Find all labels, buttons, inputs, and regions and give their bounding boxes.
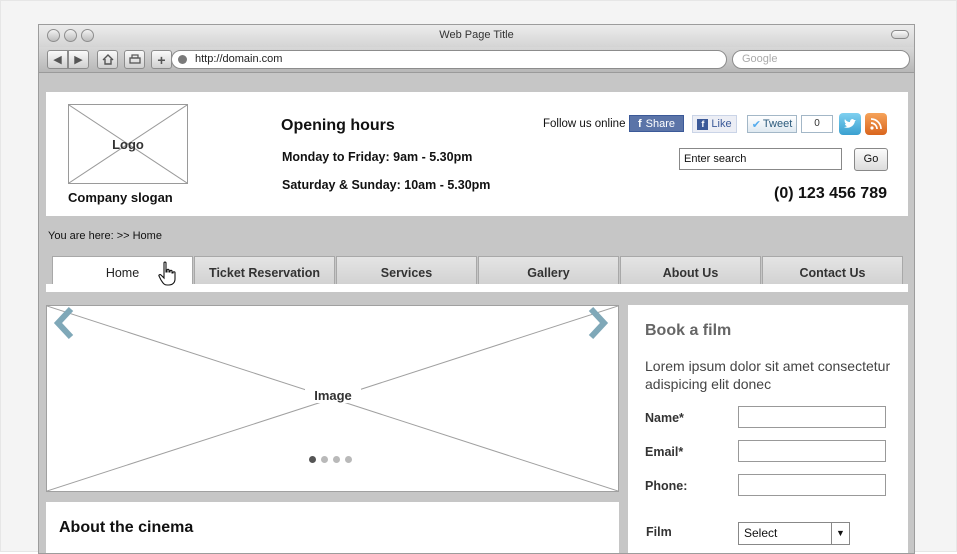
back-arrow-icon: ◀ xyxy=(53,54,62,66)
printer-icon xyxy=(128,54,141,64)
tweet-count: 0 xyxy=(801,115,833,133)
email-field[interactable] xyxy=(738,440,886,462)
site-info-icon xyxy=(178,55,187,64)
forward-button[interactable]: ▶ xyxy=(68,50,89,69)
window-title: Web Page Title xyxy=(439,29,514,41)
back-button[interactable]: ◀ xyxy=(47,50,68,69)
twitter-bird-icon: ✔ xyxy=(751,118,761,131)
about-section: About the cinema xyxy=(46,502,619,553)
name-label: Name* xyxy=(645,411,684,425)
home-icon xyxy=(102,54,113,65)
twitter-bird-icon xyxy=(844,118,856,128)
company-slogan: Company slogan xyxy=(68,190,173,205)
slider-dot[interactable] xyxy=(309,456,316,463)
film-select[interactable]: Select ▼ xyxy=(738,522,850,545)
phone-number: (0) 123 456 789 xyxy=(774,185,887,202)
tab-about-us[interactable]: About Us xyxy=(620,256,761,284)
image-slider[interactable]: Image xyxy=(46,305,619,492)
email-label: Email* xyxy=(645,445,684,459)
facebook-icon: f xyxy=(697,118,709,130)
main-nav: Home Ticket Reservation Services Gallery… xyxy=(52,256,904,284)
site-search-input[interactable]: Enter search xyxy=(679,148,842,170)
print-button[interactable] xyxy=(124,50,145,69)
hours-weekday: Monday to Friday: 9am - 5.30pm xyxy=(282,150,473,164)
phone-label: Phone: xyxy=(645,479,688,493)
booking-panel: Book a film Lorem ipsum dolor sit amet c… xyxy=(628,305,908,553)
breadcrumb: You are here: >> Home xyxy=(48,230,162,242)
slider-dot[interactable] xyxy=(333,456,340,463)
rss-feed-icon xyxy=(870,118,882,130)
like-label: Like xyxy=(711,118,732,130)
booking-description: Lorem ipsum dolor sit amet consectetur a… xyxy=(645,358,891,392)
browser-toolbar: ◀ ▶ + http://domain.com Google xyxy=(39,47,914,73)
add-bookmark-button[interactable]: + xyxy=(151,50,172,69)
about-title: About the cinema xyxy=(59,519,194,536)
tab-gallery[interactable]: Gallery xyxy=(478,256,619,284)
slider-next-arrow-icon[interactable] xyxy=(587,306,609,340)
slider-dot[interactable] xyxy=(345,456,352,463)
browser-search-input[interactable]: Google xyxy=(732,50,910,69)
hand-cursor-icon xyxy=(158,261,176,286)
name-field[interactable] xyxy=(738,406,886,428)
film-select-value: Select xyxy=(744,526,778,540)
follow-us-label: Follow us online xyxy=(543,118,626,130)
slider-image-label: Image xyxy=(305,388,361,403)
tab-contact-us[interactable]: Contact Us xyxy=(762,256,903,284)
search-go-button[interactable]: Go xyxy=(854,148,888,171)
tweet-label: Tweet xyxy=(762,118,793,130)
site-header: Logo Company slogan Opening hours Monday… xyxy=(46,92,908,216)
title-bar: Web Page Title xyxy=(39,25,914,47)
share-label: Share xyxy=(645,117,676,130)
plus-icon: + xyxy=(157,51,166,68)
slider-dot[interactable] xyxy=(321,456,328,463)
chevron-down-icon: ▼ xyxy=(831,523,849,544)
address-bar[interactable]: http://domain.com xyxy=(171,50,727,69)
twitter-icon[interactable] xyxy=(839,113,861,135)
home-button[interactable] xyxy=(97,50,118,69)
slider-prev-arrow-icon[interactable] xyxy=(53,306,75,340)
forward-arrow-icon: ▶ xyxy=(74,54,83,66)
tab-ticket-reservation[interactable]: Ticket Reservation xyxy=(194,256,335,284)
hours-weekend: Saturday & Sunday: 10am - 5.30pm xyxy=(282,178,491,192)
logo-placeholder[interactable]: Logo xyxy=(68,104,188,184)
phone-field[interactable] xyxy=(738,474,886,496)
facebook-share-button[interactable]: f Share xyxy=(629,115,684,132)
rss-icon[interactable] xyxy=(865,113,887,135)
facebook-like-button[interactable]: f Like xyxy=(692,115,737,133)
tab-services[interactable]: Services xyxy=(336,256,477,284)
browser-window: Web Page Title ◀ ▶ + http://domain.com G… xyxy=(38,24,915,554)
logo-label: Logo xyxy=(112,137,144,152)
address-bar-url: http://domain.com xyxy=(195,53,283,65)
opening-hours-title: Opening hours xyxy=(281,117,395,134)
film-label: Film xyxy=(646,525,672,539)
tweet-button[interactable]: ✔ Tweet xyxy=(747,115,797,133)
booking-title: Book a film xyxy=(645,322,732,339)
canvas: Web Page Title ◀ ▶ + http://domain.com G… xyxy=(0,0,957,554)
facebook-icon: f xyxy=(637,117,642,130)
slider-pagination xyxy=(309,456,352,463)
toolbar-toggle-button[interactable] xyxy=(891,30,909,39)
